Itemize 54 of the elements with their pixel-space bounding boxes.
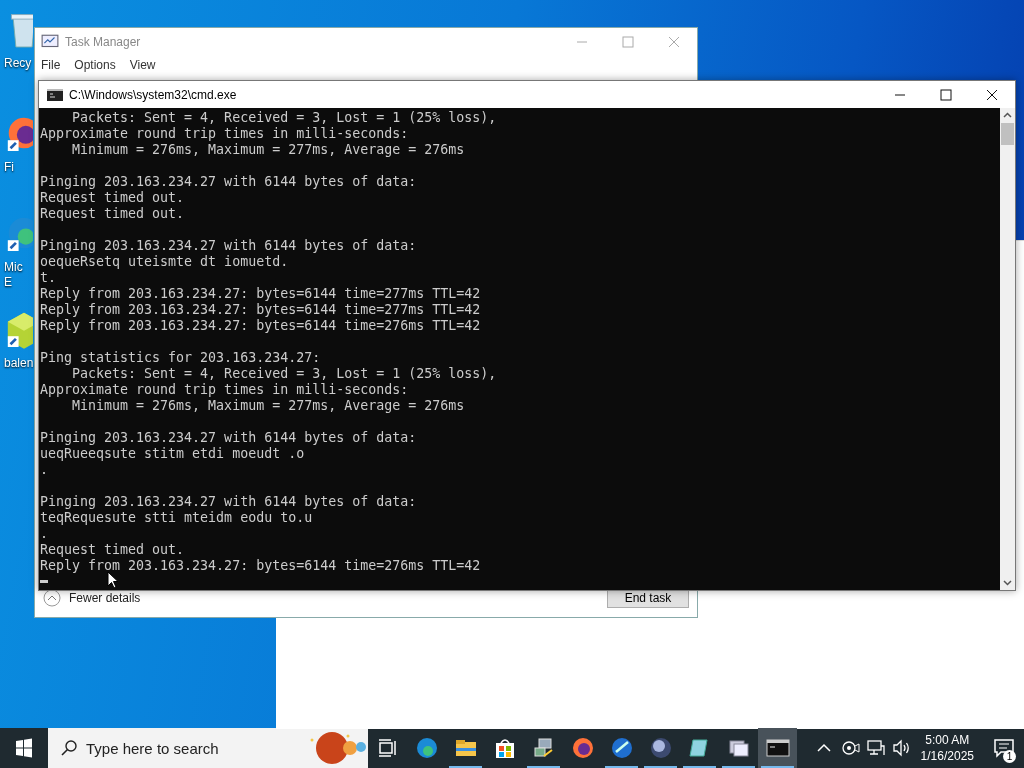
volume-icon[interactable] [891,738,912,758]
icon-label: Recy [4,56,32,71]
console-line: Ping statistics for 203.163.234.27: [40,350,322,366]
sphere-icon[interactable] [648,736,673,760]
console-line: Minimum = 276ms, Maximum = 277ms, Average = 276ms [71,142,466,158]
notification-count: 1 [1003,750,1016,763]
console-line: Approximate round trip times in milli-seconds: [40,126,410,142]
search-icon [60,739,78,757]
console-line: . [40,462,49,478]
console-line: Reply from 203.163.234.27: bytes=6144 time=277ms TTL=42 [40,302,482,318]
console-line: teqRequesute stti mteidm eodu to.u [40,510,314,526]
console-line: Packets: Sent = 4, Received = 3, Lost = 1 (25% loss), [71,366,498,382]
console-line: Pinging 203.163.234.27 with 6144 bytes of data: [40,430,418,446]
console-icon [47,88,63,101]
fewer-details-link[interactable]: Fewer details [69,591,141,605]
scrollbar[interactable] [1000,108,1015,590]
icon-label: balen [4,356,34,371]
console-line: oequeRsetq uteismte dt iomuetd. [40,254,290,270]
console-line: Request timed out. [40,206,186,222]
menu-item[interactable]: View [129,58,156,72]
icon-label: Fi [4,160,14,175]
console-line: t. [40,270,57,286]
text-cursor [40,580,48,583]
scroll-thumb[interactable] [1001,123,1014,145]
wave-icon[interactable] [414,736,439,760]
notification-icon[interactable] [993,738,1015,758]
window-title: Task Manager [65,35,141,49]
console-line: Pinging 203.163.234.27 with 6144 bytes of data: [40,174,418,190]
console-line: Approximate round trip times in milli-seconds: [40,382,410,398]
console-line: Reply from 203.163.234.27: bytes=6144 time=276ms TTL=42 [40,558,482,574]
icon-label: Mic E [4,260,23,290]
network-icon[interactable] [865,738,886,758]
fox-icon[interactable] [570,736,595,760]
disc-icon[interactable] [609,736,634,760]
menu-item[interactable]: File [41,58,61,72]
console-app-button[interactable] [758,728,797,768]
search-field[interactable]: Type here to search [48,728,368,768]
console-line: Request timed out. [40,542,186,558]
console-icon[interactable] [765,736,790,760]
clock-time[interactable]: 5:00 AM [925,732,970,748]
console-line: . [40,526,49,542]
clock-date[interactable]: 1/16/2025 [920,748,974,764]
console-line: Pinging 203.163.234.27 with 6144 bytes of data: [40,494,418,510]
chevron-up-icon[interactable] [43,589,61,607]
console-line: Pinging 203.163.234.27 with 6144 bytes of data: [40,238,418,254]
console-line: Reply from 203.163.234.27: bytes=6144 time=277ms TTL=42 [40,286,482,302]
console-line: Packets: Sent = 4, Received = 3, Lost = 1 (25% loss), [71,110,498,126]
console-line: Minimum = 276ms, Maximum = 277ms, Average = 276ms [71,398,466,414]
menu-item[interactable]: Options [74,58,116,72]
camera-icon[interactable] [839,738,860,758]
window-title: C:\Windows\system32\cmd.exe [69,87,237,102]
console-line: Reply from 203.163.234.27: bytes=6144 time=276ms TTL=42 [40,318,482,334]
console-line: Request timed out. [40,190,186,206]
console-line: ueqRueeqsute stitm etdi moeudt .o [40,446,306,462]
